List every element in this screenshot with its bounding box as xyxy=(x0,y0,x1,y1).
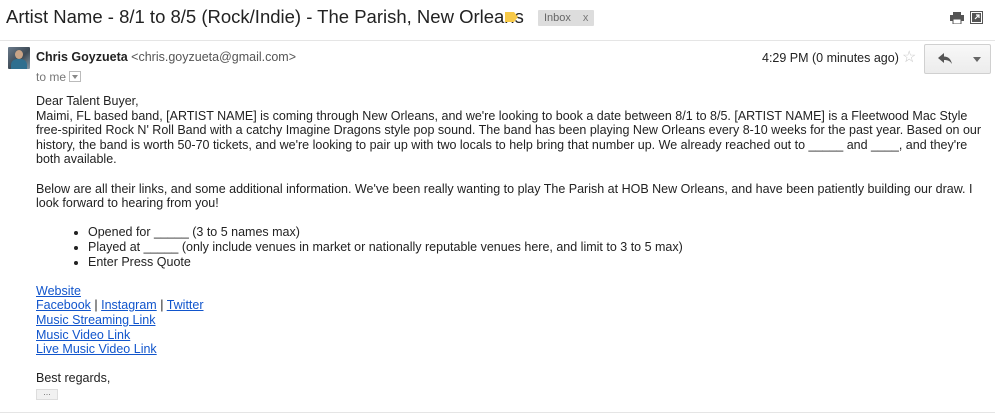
recipient-line: to me xyxy=(36,70,82,84)
twitter-link[interactable]: Twitter xyxy=(167,298,204,312)
greeting: Dear Talent Buyer, xyxy=(36,94,139,108)
sender-name[interactable]: Chris Goyzueta xyxy=(36,50,128,64)
print-icon[interactable] xyxy=(950,12,964,24)
reply-arrow-icon xyxy=(938,53,952,64)
bullet-played-at: Played at _____ (only include venues in … xyxy=(88,240,986,255)
reply-button[interactable] xyxy=(924,44,966,74)
link-separator: | xyxy=(94,298,98,313)
music-streaming-link[interactable]: Music Streaming Link xyxy=(36,313,156,327)
signoff: Best regards, xyxy=(36,371,111,386)
star-icon[interactable]: ☆ xyxy=(902,48,916,68)
facebook-link[interactable]: Facebook xyxy=(36,298,91,312)
bullet-opened-for: Opened for _____ (3 to 5 names max) xyxy=(88,225,986,240)
show-trimmed-content-button[interactable]: ... xyxy=(36,388,58,400)
info-bullet-list: Opened for _____ (3 to 5 names max) Play… xyxy=(36,225,986,269)
show-details-dropdown-icon[interactable] xyxy=(69,71,82,82)
bullet-press-quote: Enter Press Quote xyxy=(88,255,986,270)
link-separator: | xyxy=(160,298,164,313)
more-actions-button[interactable] xyxy=(964,44,991,74)
inbox-label-chip[interactable]: Inbox x xyxy=(538,10,595,26)
footer-divider xyxy=(0,412,995,413)
new-window-icon[interactable] xyxy=(970,11,983,24)
message-timestamp: 4:29 PM (0 minutes ago) xyxy=(762,51,899,65)
subject-row: Artist Name - 8/1 to 8/5 (Rock/Indie) - … xyxy=(0,0,1000,38)
email-subject: Artist Name - 8/1 to 8/5 (Rock/Indie) - … xyxy=(6,6,524,27)
recipient-text: to me xyxy=(36,70,67,84)
instagram-link[interactable]: Instagram xyxy=(101,298,157,312)
remove-label-button[interactable]: x xyxy=(583,12,589,24)
header-divider xyxy=(0,40,995,41)
body-paragraph-1: Maimi, FL based band, [ARTIST NAME] is c… xyxy=(36,108,982,167)
sender-avatar[interactable] xyxy=(8,47,30,69)
sender-email: <chris.goyzueta@gmail.com> xyxy=(131,50,297,64)
sender-line: Chris Goyzueta <chris.goyzueta@gmail.com… xyxy=(36,50,296,64)
inbox-label-text: Inbox xyxy=(544,12,571,24)
music-video-link[interactable]: Music Video Link xyxy=(36,328,130,342)
message-body: Dear Talent Buyer, Maimi, FL based band,… xyxy=(36,94,986,386)
website-link[interactable]: Website xyxy=(36,284,81,298)
label-tag-icon[interactable] xyxy=(505,12,518,22)
body-paragraph-2: Below are all their links, and some addi… xyxy=(36,181,973,211)
live-music-video-link[interactable]: Live Music Video Link xyxy=(36,342,157,356)
